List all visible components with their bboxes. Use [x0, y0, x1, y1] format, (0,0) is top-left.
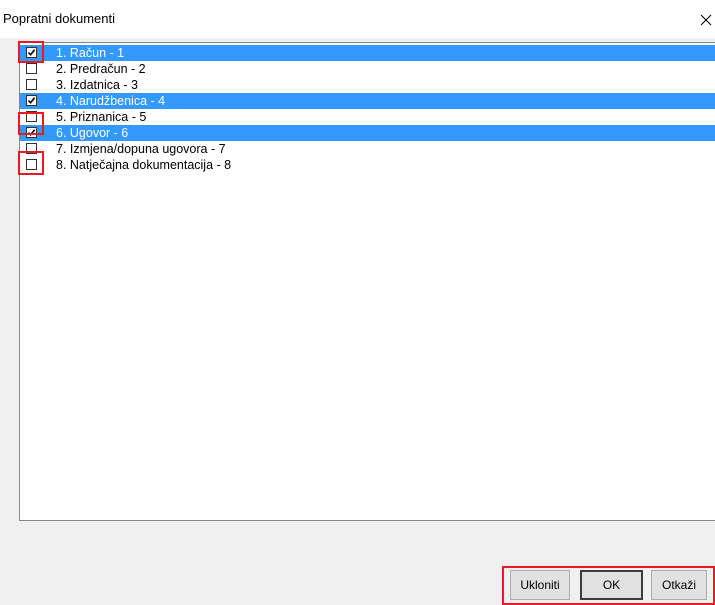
close-icon [700, 14, 712, 26]
checkbox[interactable] [26, 143, 37, 154]
remove-button[interactable]: Ukloniti [510, 570, 570, 600]
checkbox[interactable] [26, 95, 37, 106]
list-item-label: 2. Predračun - 2 [56, 62, 146, 76]
list-item[interactable]: 1. Račun - 1 [20, 45, 715, 61]
list-item-label: 3. Izdatnica - 3 [56, 78, 138, 92]
cancel-button[interactable]: Otkaži [651, 570, 707, 600]
list-item[interactable]: 7. Izmjena/dopuna ugovora - 7 [20, 141, 715, 157]
list-item-label: 6. Ugovor - 6 [56, 126, 129, 140]
checkbox[interactable] [26, 79, 37, 90]
list-item-label: 5. Priznanica - 5 [56, 110, 147, 124]
documents-checklist[interactable]: 1. Račun - 1 2. Predračun - 2 3. Izdatni… [19, 42, 715, 521]
popratni-dokumenti-dialog: Popratni dokumenti 1. Račun - 1 2. Predr… [0, 0, 715, 605]
list-item[interactable]: 4. Narudžbenica - 4 [20, 93, 715, 109]
dialog-title: Popratni dokumenti [3, 11, 116, 26]
checkmark-icon [27, 49, 36, 57]
ok-button[interactable]: OK [580, 570, 643, 600]
checkmark-icon [27, 129, 36, 137]
checkmark-icon [27, 97, 36, 105]
title-bar: Popratni dokumenti [0, 0, 715, 38]
list-item-label: 7. Izmjena/dopuna ugovora - 7 [56, 142, 226, 156]
list-item[interactable]: 6. Ugovor - 6 [20, 125, 715, 141]
checkbox[interactable] [26, 159, 37, 170]
list-item-label: 4. Narudžbenica - 4 [56, 94, 166, 108]
list-item[interactable]: 2. Predračun - 2 [20, 61, 715, 77]
list-item[interactable]: 5. Priznanica - 5 [20, 109, 715, 125]
checkbox[interactable] [26, 47, 37, 58]
checkbox[interactable] [26, 127, 37, 138]
close-button[interactable] [697, 10, 715, 30]
list-item-label: 8. Natječajna dokumentacija - 8 [56, 158, 232, 172]
checkbox[interactable] [26, 111, 37, 122]
checkbox[interactable] [26, 63, 37, 74]
list-item-label: 1. Račun - 1 [56, 46, 125, 60]
list-item[interactable]: 3. Izdatnica - 3 [20, 77, 715, 93]
list-item[interactable]: 8. Natječajna dokumentacija - 8 [20, 157, 715, 173]
